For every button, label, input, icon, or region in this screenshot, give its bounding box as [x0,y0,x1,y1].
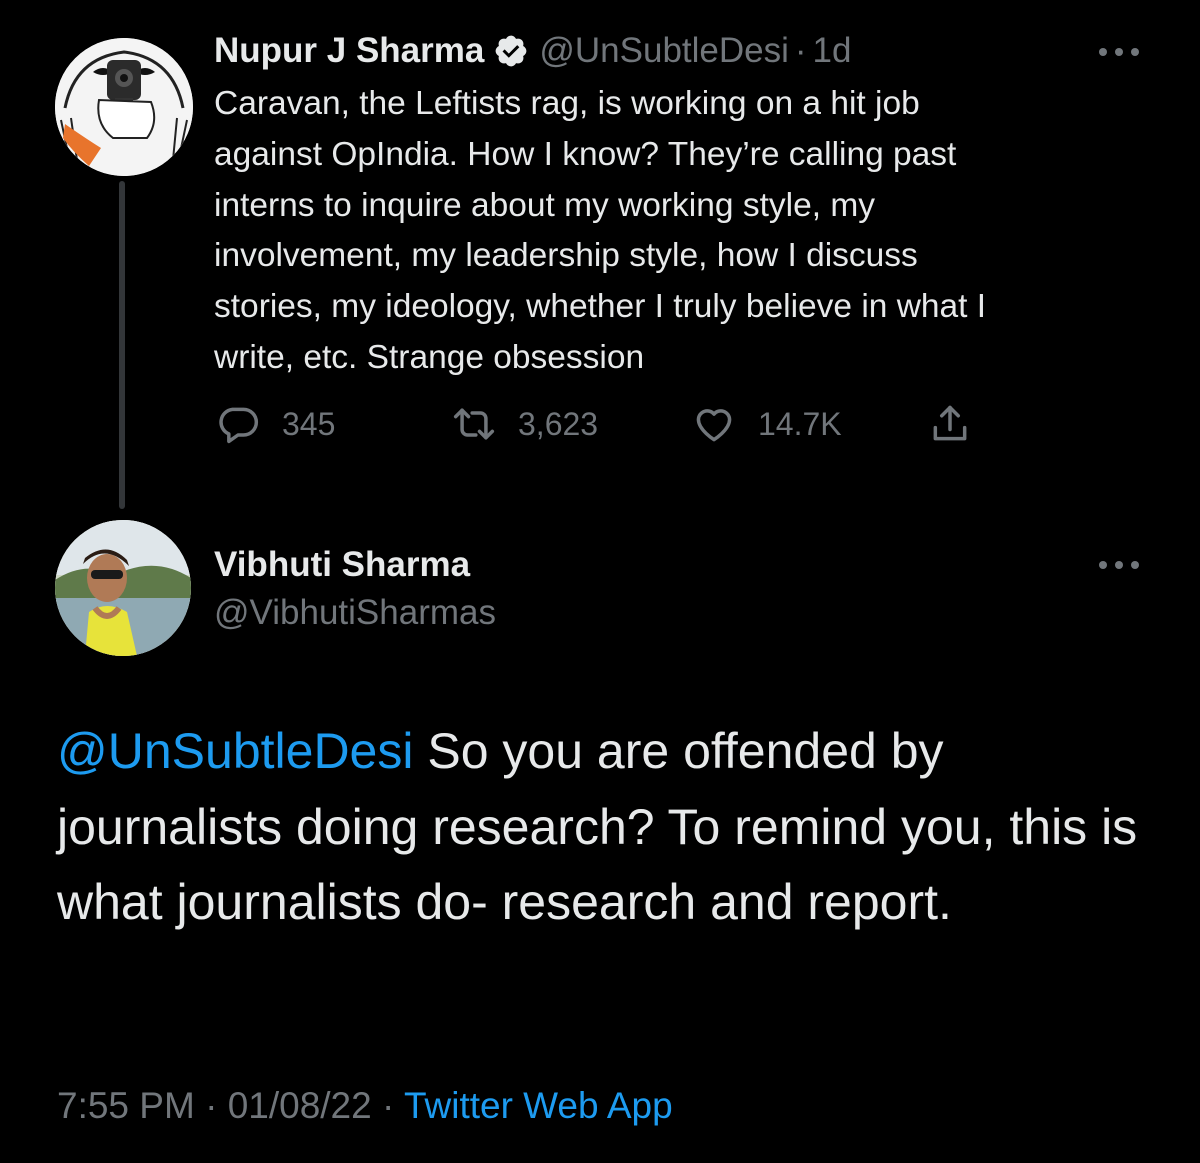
reply-handle[interactable]: @VibhutiSharmas [214,588,496,638]
avatar-photo [55,520,191,656]
retweet-button[interactable]: 3,623 [452,400,598,448]
reply-icon [219,407,259,444]
reply-display-name[interactable]: Vibhuti Sharma [214,540,470,590]
more-options-icon[interactable] [1099,46,1139,58]
tweet-time[interactable]: 7:55 PM [57,1085,195,1126]
parent-avatar[interactable] [55,38,193,176]
mention-link[interactable]: @UnSubtleDesi [57,723,413,779]
parent-time-ago[interactable]: 1d [813,31,852,71]
parent-tweet-text: Caravan, the Leftists rag, is working on… [214,85,987,376]
parent-tweet-header: Nupur J Sharma @UnSubtleDesi · 1d [214,26,851,76]
retweet-count: 3,623 [518,405,599,442]
retweet-icon [453,408,495,440]
like-button[interactable]: 14.7K [692,400,842,448]
thread-connector-line [119,181,125,509]
share-icon [933,405,967,441]
reply-tweet-text: @UnSubtleDesi So you are offended by jou… [57,714,1167,941]
tweet-date[interactable]: 01/08/22 [228,1085,372,1126]
header-separator: · [794,31,807,70]
like-count: 14.7K [758,405,842,442]
avatar-illustration [55,38,193,176]
more-options-icon[interactable] [1099,559,1139,571]
source-app-link[interactable]: Twitter Web App [404,1085,673,1126]
heart-icon [696,409,732,442]
verified-badge-icon [495,35,527,67]
tweet-timestamp: 7:55 PM · 01/08/22 · Twitter Web App [57,1078,673,1134]
timestamp-separator: · [194,1085,228,1126]
share-button[interactable] [928,400,994,448]
parent-display-name[interactable]: Nupur J Sharma [214,31,484,71]
parent-handle[interactable]: @UnSubtleDesi [539,31,789,71]
reply-avatar[interactable] [55,520,191,656]
timestamp-separator: · [371,1085,404,1126]
reply-button[interactable]: 345 [216,400,335,448]
reply-count: 345 [282,405,336,442]
